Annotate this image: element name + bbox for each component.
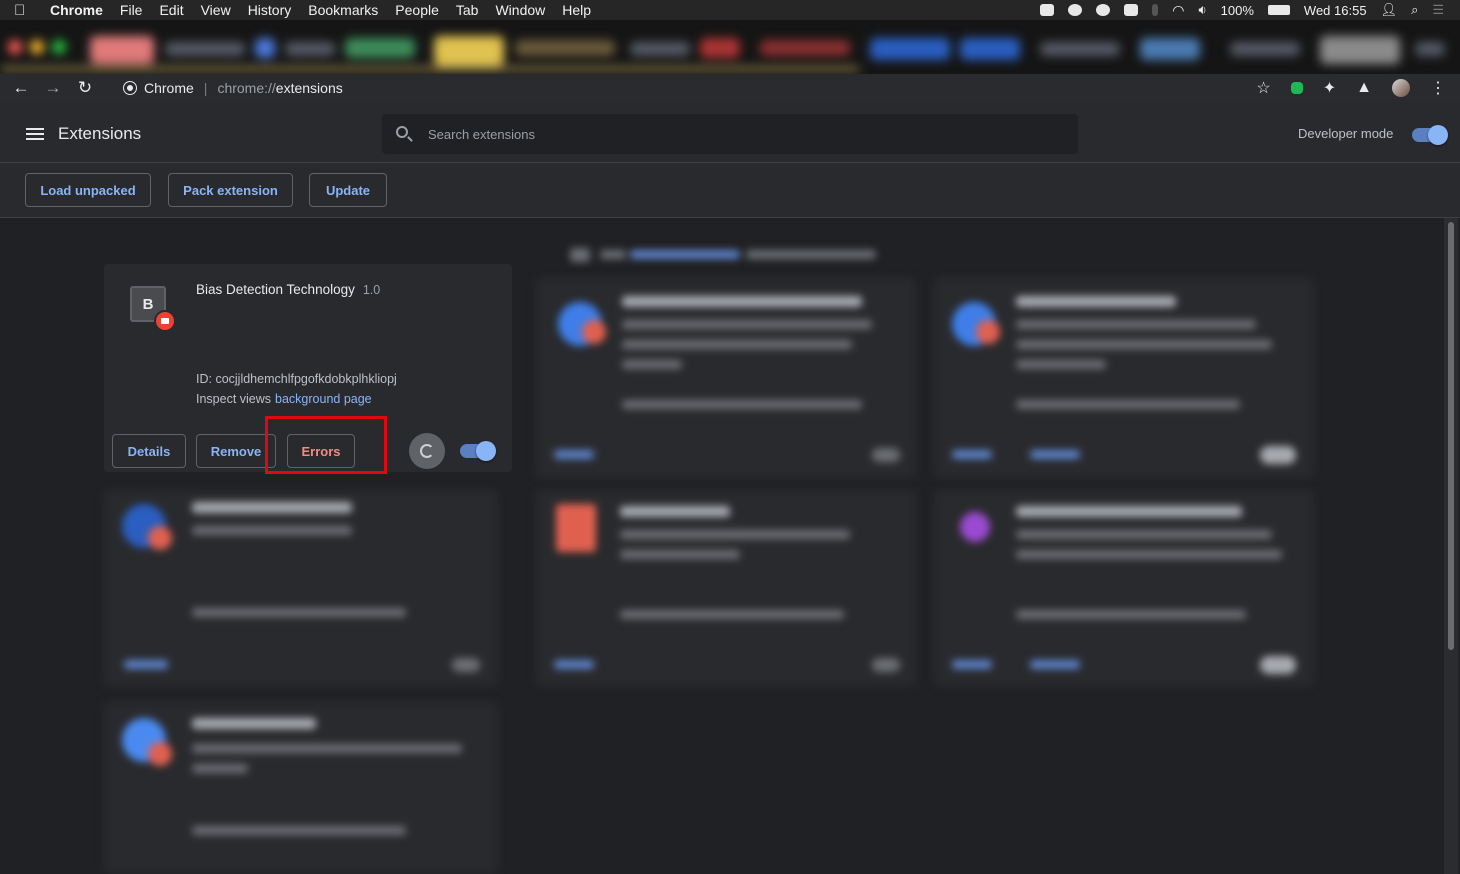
volume-icon[interactable]: 🔉︎ xyxy=(1198,2,1206,18)
elephant-icon[interactable] xyxy=(1124,4,1139,16)
extension-green-icon[interactable] xyxy=(1290,82,1303,94)
notification-center-icon[interactable]: ☰ xyxy=(1432,2,1444,18)
tab-strip-blurred xyxy=(0,20,1460,80)
menu-bookmarks[interactable]: Bookmarks xyxy=(308,2,378,18)
browser-toolbar: ← → ↻ Chrome | chrome:// extensions ☆ ✦ … xyxy=(0,74,1460,102)
reload-extension-button[interactable] xyxy=(409,433,445,469)
inspect-views-label: Inspect views xyxy=(196,392,272,406)
details-button[interactable]: Details xyxy=(112,434,186,468)
update-button[interactable]: Update xyxy=(309,173,387,207)
errors-highlight-box xyxy=(265,416,387,474)
extension-name-row: Bias Detection Technology 1.0 xyxy=(196,282,380,297)
omnibox-divider: | xyxy=(203,80,208,96)
menu-people[interactable]: People xyxy=(395,2,439,18)
extension-card-blurred xyxy=(934,490,1314,686)
chrome-icon xyxy=(123,81,137,95)
extension-icon-letter: B xyxy=(142,295,154,313)
page-title: Extensions xyxy=(58,124,142,143)
menu-window[interactable]: Window xyxy=(495,2,545,18)
gear-icon[interactable] xyxy=(1096,4,1111,16)
menu-help[interactable]: Help xyxy=(562,2,591,18)
flask-icon[interactable]: ▲ xyxy=(1356,79,1372,97)
remove-button[interactable]: Remove xyxy=(196,434,276,468)
bluetooth-icon[interactable] xyxy=(1152,4,1159,16)
extensions-puzzle-icon[interactable]: ✦ xyxy=(1323,78,1336,98)
page-scrollbar[interactable] xyxy=(1444,218,1458,874)
search-icon xyxy=(396,126,408,138)
extension-id: ID: cocjjldhemchlfpgofkdobkplhkliopj xyxy=(196,372,397,386)
extension-name: Bias Detection Technology xyxy=(196,282,355,297)
extension-card-blurred xyxy=(934,278,1314,478)
search-box[interactable] xyxy=(382,114,1078,154)
error-badge-icon xyxy=(154,310,176,332)
apple-icon[interactable]:  xyxy=(14,2,30,19)
extension-card-blurred xyxy=(536,278,916,478)
profile-avatar[interactable] xyxy=(1392,79,1410,97)
battery-percentage: 100% xyxy=(1220,2,1254,18)
toggle-knob xyxy=(476,441,496,461)
extension-card-blurred xyxy=(104,702,498,874)
tray-app-icon[interactable] xyxy=(1040,4,1055,16)
developer-mode-label: Developer mode xyxy=(1298,126,1394,141)
scrollbar-thumb[interactable] xyxy=(1448,222,1454,650)
more-menu-icon[interactable]: ⋮ xyxy=(1430,78,1446,98)
shield-icon[interactable] xyxy=(1068,4,1083,16)
menu-history[interactable]: History xyxy=(248,2,292,18)
menu-chrome[interactable]: Chrome xyxy=(50,2,103,18)
url-scheme: chrome:// xyxy=(217,80,276,96)
reload-icon xyxy=(420,444,434,458)
extension-card-blurred xyxy=(104,490,498,686)
extension-card-blurred xyxy=(536,490,916,686)
menu-tab[interactable]: Tab xyxy=(456,2,479,18)
toolbar-actions: ☆ ✦ ▲ ⋮ xyxy=(1256,78,1446,98)
menu-file[interactable]: File xyxy=(120,2,143,18)
reload-icon[interactable]: ↻ xyxy=(74,78,96,98)
back-arrow-icon[interactable]: ← xyxy=(10,78,32,98)
inspect-views-row: Inspect views background page xyxy=(196,392,372,406)
bookmark-star-icon[interactable]: ☆ xyxy=(1256,78,1270,98)
pack-extension-button[interactable]: Pack extension xyxy=(168,173,293,207)
menu-view[interactable]: View xyxy=(201,2,231,18)
load-unpacked-button[interactable]: Load unpacked xyxy=(25,173,151,207)
search-input[interactable] xyxy=(428,114,1028,154)
developer-toolbar: Load unpacked Pack extension Update xyxy=(0,163,1460,218)
extension-enable-toggle[interactable] xyxy=(460,441,496,461)
menu-edit[interactable]: Edit xyxy=(159,2,183,18)
user-icon[interactable]: 👤︎ xyxy=(1381,2,1398,18)
url-path: extensions xyxy=(275,80,343,96)
managed-notice-blurred xyxy=(570,246,890,262)
toggle-knob xyxy=(1428,125,1448,145)
hamburger-menu-icon[interactable] xyxy=(26,128,44,140)
spotlight-icon[interactable]: ⌕ xyxy=(1411,2,1418,18)
developer-mode-toggle[interactable] xyxy=(1412,125,1448,145)
battery-icon[interactable] xyxy=(1267,5,1290,15)
site-chip-label: Chrome xyxy=(144,80,194,96)
mac-menu-bar:  Chrome File Edit View History Bookmark… xyxy=(0,0,1460,20)
omnibox[interactable]: Chrome | chrome:// extensions xyxy=(112,76,1242,100)
forward-arrow-icon[interactable]: → xyxy=(42,78,64,98)
menu-bar-status-area: ◠ 🔉︎ 100% Wed 16:55 👤︎ ⌕ ☰ xyxy=(1040,0,1444,20)
extensions-header: Extensions Developer mode xyxy=(0,102,1460,163)
wifi-icon[interactable]: ◠ xyxy=(1172,2,1184,19)
clock[interactable]: Wed 16:55 xyxy=(1304,3,1367,18)
background-page-link[interactable]: background page xyxy=(275,392,372,406)
extension-version: 1.0 xyxy=(362,283,381,297)
